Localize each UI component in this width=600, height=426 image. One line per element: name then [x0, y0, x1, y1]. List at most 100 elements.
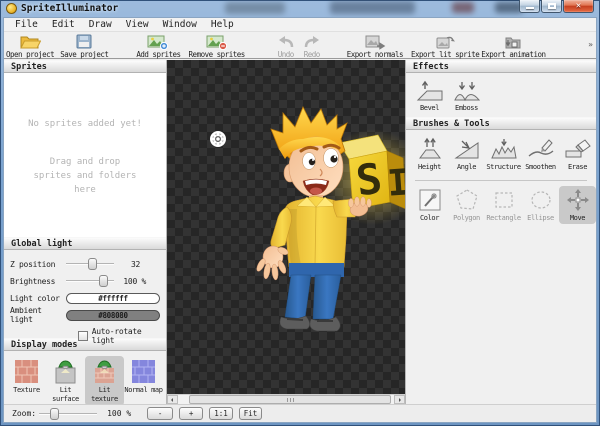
brush-height-button[interactable]: Height [411, 135, 448, 173]
add-sprite-icon [147, 34, 169, 49]
structure-brush-icon [490, 137, 518, 161]
smoothen-brush-icon [527, 137, 555, 161]
display-modes-section: Texture Lit surface Lit texture Normal m… [4, 351, 166, 406]
tools-row: Color Polygon Rectangle Ellipse [406, 181, 596, 226]
move-arrows-icon [566, 188, 590, 212]
menu-view[interactable]: View [119, 18, 156, 31]
menu-edit[interactable]: Edit [45, 18, 82, 31]
tool-move-button[interactable]: Move [559, 186, 596, 224]
glass-reflection [330, 1, 415, 14]
minimize-button[interactable] [519, 0, 540, 13]
mode-texture-button[interactable]: Texture [7, 356, 46, 406]
glass-reflection [452, 2, 474, 13]
brightness-value: 100 % [123, 277, 146, 286]
toolbar: Open project Save project Add sprites Re… [4, 32, 596, 59]
canvas[interactable]: S I [167, 60, 405, 394]
sprites-empty-hint: Drag and drop sprites and folders here [4, 155, 166, 197]
global-light-header: Global light [4, 237, 166, 250]
add-sprites-button[interactable]: Add sprites [136, 34, 180, 59]
emboss-icon [453, 80, 481, 102]
undo-button[interactable]: Undo [277, 34, 295, 59]
mode-normal-map-button[interactable]: Normal map [124, 356, 163, 406]
ambient-light-swatch-button[interactable]: #808080 [66, 310, 160, 321]
lit-surface-lamp-icon [53, 359, 78, 384]
effects-header: Effects [406, 60, 596, 73]
save-project-button[interactable]: Save project [60, 34, 108, 59]
export-animation-button[interactable]: Export animation [481, 34, 545, 59]
zoom-one-to-one-button[interactable]: 1:1 [209, 407, 233, 420]
remove-sprite-icon [206, 34, 228, 49]
menu-file[interactable]: File [8, 18, 45, 31]
redo-button[interactable]: Redo [303, 34, 321, 59]
export-lit-sprite-button[interactable]: Export lit sprite [411, 34, 479, 59]
left-panel: Sprites No sprites added yet! Drag and d… [4, 60, 167, 404]
toolbar-overflow-chevron[interactable]: » [588, 40, 593, 49]
tool-rectangle-button[interactable]: Rectangle [485, 186, 522, 224]
zoom-value: 100 % [107, 409, 131, 418]
hint-line: Drag and drop [4, 155, 166, 169]
mode-lit-texture-button[interactable]: Lit texture [85, 356, 124, 406]
light-color-label: Light color [10, 294, 66, 303]
ellipse-select-icon [529, 188, 553, 212]
z-position-label: Z position [10, 260, 66, 269]
brightness-slider-thumb[interactable] [99, 275, 108, 287]
brushes-tools-header: Brushes & Tools [406, 117, 596, 130]
title-bar[interactable]: SpriteIlluminator ✕ [0, 0, 600, 17]
scrollbar-thumb[interactable] [189, 395, 391, 404]
menu-help[interactable]: Help [204, 18, 241, 31]
auto-rotate-checkbox[interactable] [78, 331, 88, 341]
bevel-icon [416, 80, 444, 102]
minimize-icon [526, 7, 534, 9]
sprite-character[interactable]: S I [237, 105, 405, 345]
brush-smoothen-button[interactable]: Smoothen [522, 135, 559, 173]
brushes-row: Height Angle Structure Smoothen [406, 130, 596, 175]
height-brush-icon [416, 137, 444, 161]
app-window: SpriteIlluminator ✕ File Edit Draw View … [0, 0, 600, 426]
export-lit-sprite-icon [434, 34, 456, 49]
z-position-slider-thumb[interactable] [88, 258, 97, 270]
scroll-left-arrow[interactable] [167, 395, 178, 404]
hint-line: sprites and folders [4, 169, 166, 183]
effect-emboss-button[interactable]: Emboss [448, 78, 485, 115]
app-icon [6, 3, 17, 14]
brightness-slider[interactable] [66, 275, 114, 287]
zoom-out-button[interactable]: - [147, 407, 173, 420]
scroll-right-arrow[interactable] [394, 395, 405, 404]
zoom-label: Zoom: [12, 409, 36, 418]
bottom-zoom-bar: Zoom: 100 % - + 1:1 Fit [4, 404, 596, 422]
open-project-button[interactable]: Open project [6, 34, 54, 59]
window-title: SpriteIlluminator [21, 3, 118, 14]
zoom-fit-button[interactable]: Fit [239, 407, 263, 420]
zoom-slider[interactable] [39, 408, 97, 420]
normal-map-brick-icon [131, 359, 156, 384]
remove-sprites-button[interactable]: Remove sprites [189, 34, 245, 59]
export-normals-button[interactable]: Export normals [347, 34, 403, 59]
canvas-horizontal-scrollbar[interactable] [167, 394, 405, 404]
export-animation-icon [503, 34, 523, 49]
tool-polygon-button[interactable]: Polygon [448, 186, 485, 224]
z-position-value: 32 [131, 260, 140, 269]
menu-window[interactable]: Window [156, 18, 204, 31]
z-position-slider[interactable] [66, 258, 114, 270]
effect-bevel-button[interactable]: Bevel [411, 78, 448, 115]
sprites-list-dropzone[interactable]: No sprites added yet! Drag and drop spri… [4, 73, 166, 237]
tool-color-button[interactable]: Color [411, 186, 448, 224]
export-normals-icon [364, 34, 386, 49]
maximize-icon [548, 3, 556, 9]
light-position-widget[interactable] [209, 130, 227, 148]
mode-lit-surface-button[interactable]: Lit surface [46, 356, 85, 406]
tool-ellipse-button[interactable]: Ellipse [522, 186, 559, 224]
maximize-button[interactable] [541, 0, 562, 13]
menu-draw[interactable]: Draw [82, 18, 119, 31]
erase-brush-icon [564, 137, 592, 161]
zoom-in-button[interactable]: + [179, 407, 203, 420]
brush-structure-button[interactable]: Structure [485, 135, 522, 173]
sprites-empty-title: No sprites added yet! [4, 73, 166, 129]
close-button[interactable]: ✕ [563, 0, 594, 13]
brush-erase-button[interactable]: Erase [559, 135, 596, 173]
brush-angle-button[interactable]: Angle [448, 135, 485, 173]
zoom-slider-thumb[interactable] [50, 408, 59, 420]
sprites-header: Sprites [4, 60, 166, 73]
light-color-swatch-button[interactable]: #ffffff [66, 293, 160, 304]
auto-rotate-label: Auto-rotate light [92, 327, 166, 345]
